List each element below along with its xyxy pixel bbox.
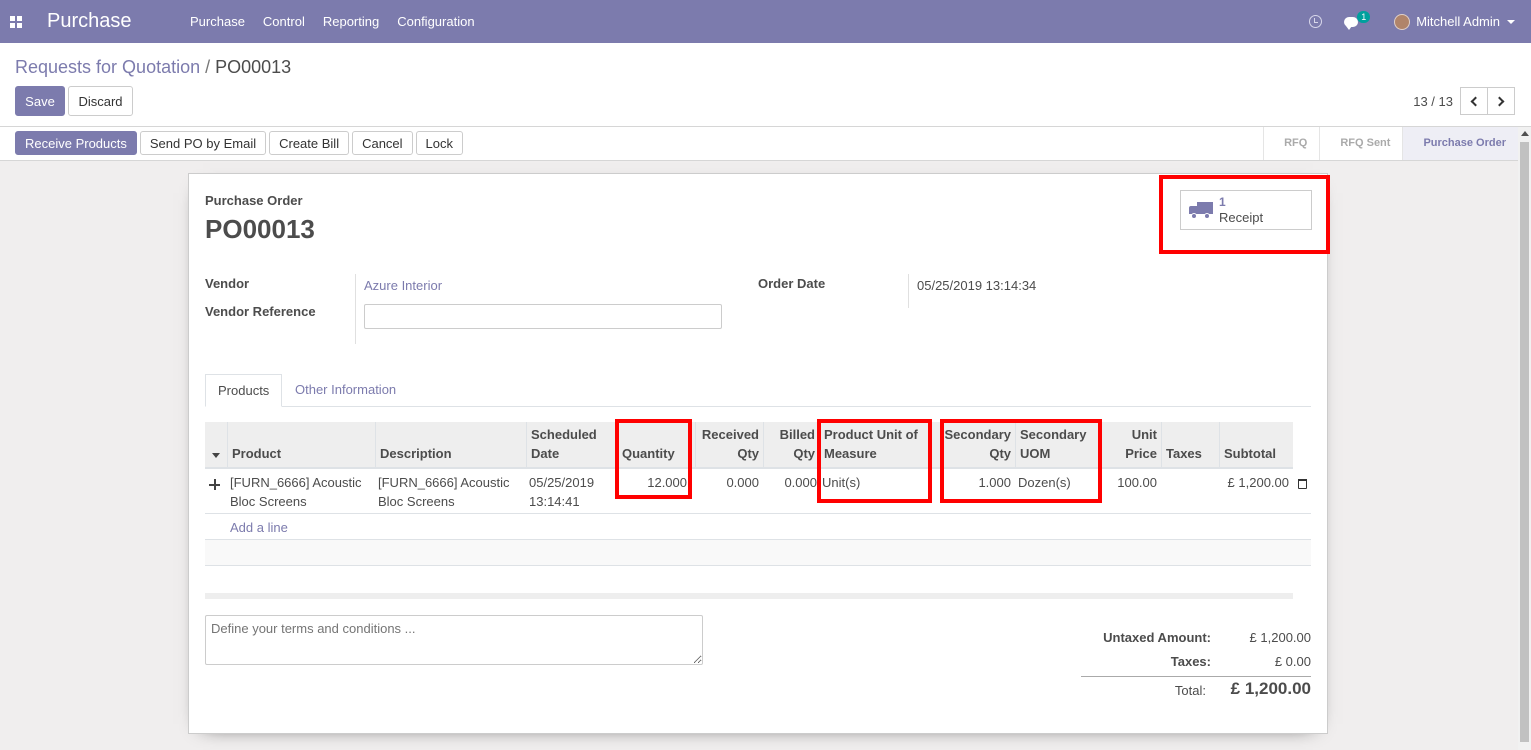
column-header-billed-qty[interactable]: Billed Qty (763, 422, 819, 469)
send-po-by-email-button[interactable]: Send PO by Email (139, 131, 267, 155)
app-brand[interactable]: Purchase (47, 10, 181, 33)
stage-pipeline: RFQ RFQ Sent Purchase Order (1263, 127, 1518, 160)
save-button[interactable]: Save (15, 86, 65, 116)
cell-received-qty[interactable]: 0.000 (695, 473, 759, 492)
activity-clock-icon[interactable] (1309, 15, 1323, 28)
cell-product[interactable]: [FURN_6666] Acoustic Bloc Screens (230, 473, 370, 511)
tab-other-information[interactable]: Other Information (283, 374, 408, 407)
cell-quantity[interactable]: 12.000 (617, 473, 687, 492)
chat-icon (1344, 16, 1359, 30)
vendor-reference-label: Vendor Reference (205, 304, 316, 319)
breadcrumb-separator: / (205, 57, 211, 77)
column-toggle[interactable] (205, 422, 227, 469)
tab-products[interactable]: Products (205, 374, 283, 407)
column-header-taxes[interactable]: Taxes (1161, 422, 1219, 469)
scroll-up-arrow-icon[interactable] (1521, 131, 1529, 136)
cell-product-uom[interactable]: Unit(s) (822, 473, 932, 492)
apps-menu-icon[interactable] (1, 0, 31, 43)
notebook-tabs: Products Other Information (205, 374, 1311, 407)
user-menu[interactable]: Mitchell Admin (1416, 14, 1500, 29)
discard-button[interactable]: Discard (68, 86, 133, 116)
column-header-quantity[interactable]: Quantity (617, 422, 695, 469)
cell-scheduled-date[interactable]: 05/25/2019 13:14:41 (529, 473, 609, 511)
vendor-reference-input[interactable] (364, 304, 722, 329)
pager-value[interactable]: 13 / 13 (1413, 94, 1453, 109)
cancel-button[interactable]: Cancel (352, 131, 413, 155)
vendor-link[interactable]: Azure Interior (364, 278, 442, 293)
table-row-empty (205, 514, 1311, 540)
pager: 13 / 13 (1413, 87, 1515, 115)
stage-rfq[interactable]: RFQ (1263, 127, 1319, 160)
column-header-product[interactable]: Product (227, 422, 375, 469)
field-divider (355, 274, 356, 344)
column-header-secondary-qty[interactable]: Secondary Qty (941, 422, 1015, 469)
field-divider (908, 274, 909, 308)
document-name: PO00013 (205, 214, 315, 244)
cell-subtotal: £ 1,200.00 (1227, 475, 1289, 490)
total-label: Total: (1174, 683, 1206, 698)
truck-icon (1189, 202, 1213, 219)
form-sheet: 1 Receipt Purchase Order PO00013 Vendor … (188, 173, 1330, 734)
table-footer-bar (205, 593, 1293, 599)
receipt-label: Receipt (1219, 210, 1264, 225)
breadcrumb-requests-for-quotation[interactable]: Requests for Quotation (15, 57, 200, 77)
untaxed-amount-label: Untaxed Amount: (1103, 630, 1211, 645)
vendor-label: Vendor (205, 276, 250, 291)
statusbar: Receive Products Send PO by Email Create… (0, 127, 1531, 161)
total-value: £ 1,200.00 (1230, 679, 1311, 698)
control-panel: Requests for Quotation / PO00013 Save Disc… (0, 43, 1531, 127)
cell-unit-price[interactable]: 100.00 (1101, 473, 1157, 492)
breadcrumb-current: PO00013 (215, 57, 292, 77)
avatar[interactable] (1394, 13, 1411, 30)
receipt-count: 1 (1219, 195, 1226, 209)
messaging-menu[interactable]: 1 (1344, 10, 1371, 30)
cell-secondary-uom[interactable]: Dozen(s) (1018, 473, 1098, 492)
column-header-scheduled-date[interactable]: Scheduled Date (526, 422, 617, 469)
untaxed-amount-value: £ 1,200.00 (1249, 630, 1311, 645)
column-header-product-uom[interactable]: Product Unit of Measure (819, 422, 941, 469)
column-header-secondary-uom[interactable]: Secondary UOM (1015, 422, 1101, 469)
stage-purchase-order[interactable]: Purchase Order (1402, 127, 1518, 160)
pager-next-button[interactable] (1487, 87, 1515, 115)
breadcrumb: Requests for Quotation / PO00013 (15, 57, 291, 78)
chat-badge: 1 (1357, 10, 1371, 23)
pager-previous-button[interactable] (1460, 87, 1488, 115)
table-header: Product Description Scheduled Date Quant… (205, 422, 1293, 469)
drag-handle-icon[interactable] (209, 479, 220, 490)
status-actions: Receive Products Send PO by Email Create… (15, 131, 466, 155)
order-date-label: Order Date (758, 276, 826, 291)
menu-reporting[interactable]: Reporting (314, 0, 388, 43)
taxes-value: £ 0.00 (1274, 654, 1311, 669)
menu-configuration[interactable]: Configuration (388, 0, 483, 43)
document-type-label: Purchase Order (205, 193, 303, 208)
receive-products-button[interactable]: Receive Products (15, 131, 137, 155)
scrollbar-thumb[interactable] (1520, 142, 1529, 742)
top-navbar: Purchase Purchase Control Reporting Conf… (0, 0, 1531, 43)
chevron-left-icon (1470, 96, 1481, 106)
trash-icon[interactable] (1298, 479, 1307, 489)
table-row-empty (205, 540, 1311, 566)
totals-divider (1081, 676, 1311, 677)
stage-rfq-sent[interactable]: RFQ Sent (1319, 127, 1402, 160)
cell-description[interactable]: [FURN_6666] Acoustic Bloc Screens (378, 473, 523, 511)
column-header-received-qty[interactable]: Received Qty (695, 422, 763, 469)
terms-and-conditions-field[interactable] (205, 615, 703, 665)
column-header-unit-price[interactable]: Unit Price (1101, 422, 1161, 469)
create-bill-button[interactable]: Create Bill (269, 131, 350, 155)
chevron-right-icon (1494, 96, 1505, 106)
cell-secondary-qty[interactable]: 1.000 (941, 473, 1011, 492)
column-header-description[interactable]: Description (375, 422, 526, 469)
column-header-subtotal[interactable]: Subtotal (1219, 422, 1293, 469)
lock-button[interactable]: Lock (415, 131, 464, 155)
table-row[interactable]: [FURN_6666] Acoustic Bloc Screens [FURN_… (205, 469, 1311, 514)
menu-control[interactable]: Control (254, 0, 314, 43)
receipt-smart-button[interactable]: 1 Receipt (1180, 190, 1312, 230)
cell-billed-qty[interactable]: 0.000 (763, 473, 817, 492)
order-date-value[interactable]: 05/25/2019 13:14:34 (917, 278, 1036, 293)
caret-down-icon[interactable] (1507, 19, 1515, 24)
taxes-label: Taxes: (1170, 654, 1211, 669)
page-scrollbar[interactable] (1518, 127, 1531, 750)
menu-purchase[interactable]: Purchase (181, 0, 254, 43)
caret-down-icon (212, 453, 220, 458)
